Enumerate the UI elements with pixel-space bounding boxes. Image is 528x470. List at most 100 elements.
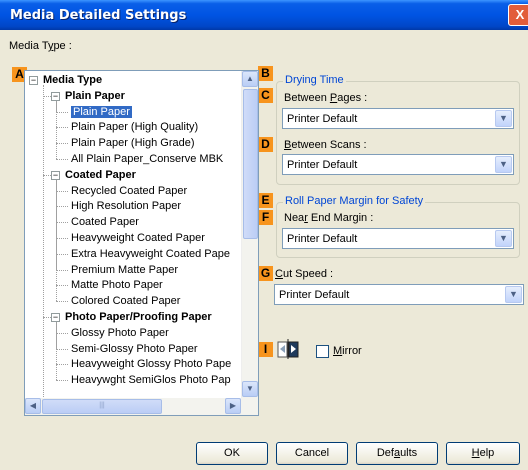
cut-speed-label: Cut Speed :	[275, 268, 334, 280]
tree-item-label: Semi-Glossy Photo Paper	[71, 342, 198, 355]
tree-connector	[56, 269, 68, 271]
tree-item[interactable]: Plain Paper	[71, 105, 132, 119]
defaults-button[interactable]: Defaults	[356, 442, 438, 465]
tree-item[interactable]: All Plain Paper_Conserve MBK	[71, 152, 223, 166]
chevron-down-icon[interactable]: ▼	[495, 110, 512, 127]
tree-connector	[56, 322, 57, 381]
vertical-scrollbar[interactable]: ▲ ▼	[241, 71, 258, 398]
tree-group[interactable]: Photo Paper/Proofing Paper	[65, 310, 212, 324]
close-button[interactable]: X	[508, 4, 528, 26]
horizontal-scrollbar[interactable]: ◀ ||| ▶	[25, 398, 258, 415]
tree-item-label: Extra Heavyweight Coated Pape	[71, 247, 230, 260]
badge-f: F	[258, 210, 273, 225]
chevron-down-icon[interactable]: ▼	[495, 156, 512, 173]
expander-icon[interactable]: −	[51, 170, 60, 180]
scroll-left-button[interactable]: ◀	[25, 398, 41, 414]
tree-item[interactable]: Plain Paper (High Grade)	[71, 136, 195, 150]
tree-connector	[56, 100, 57, 159]
tree-item-label: Premium Matte Paper	[71, 263, 178, 276]
tree-connector	[56, 380, 68, 382]
tree-item[interactable]: High Resolution Paper	[71, 199, 181, 213]
tree-item-label: Plain Paper	[71, 105, 132, 118]
tree-item[interactable]: Coated Paper	[71, 215, 139, 229]
tree-connector	[43, 85, 44, 401]
tree-root-label: Media Type	[43, 74, 103, 86]
between-pages-value: Printer Default	[287, 113, 358, 125]
badge-g: G	[258, 266, 273, 281]
tree-item-label: Glossy Photo Paper	[71, 326, 169, 339]
tree-item[interactable]: Heavyweight Coated Paper	[71, 231, 205, 245]
cancel-button[interactable]: Cancel	[276, 442, 348, 465]
tree-item[interactable]: Extra Heavyweight Coated Pape	[71, 247, 230, 261]
tree-item[interactable]: Premium Matte Paper	[71, 263, 178, 277]
chevron-down-icon[interactable]: ▼	[505, 286, 522, 303]
tree-item[interactable]: Matte Photo Paper	[71, 278, 163, 292]
tree-connector	[56, 206, 68, 208]
tree-connector	[56, 143, 68, 145]
horizontal-scroll-thumb[interactable]: |||	[42, 399, 162, 414]
tree-item[interactable]: Glossy Photo Paper	[71, 326, 169, 340]
cut-speed-select[interactable]: Printer Default ▼	[274, 284, 524, 305]
tree-item[interactable]: Heavywght SemiGlos Photo Pap	[71, 373, 231, 387]
mirror-icon	[277, 339, 299, 359]
tree-group[interactable]: Coated Paper	[65, 168, 136, 182]
near-end-margin-select[interactable]: Printer Default ▼	[282, 228, 514, 249]
expander-icon[interactable]: −	[29, 76, 38, 85]
tree-connector	[56, 159, 68, 160]
between-scans-label: Between Scans :	[284, 139, 367, 151]
media-type-label: Media Type :	[9, 40, 72, 52]
drying-time-title: Drying Time	[283, 74, 346, 86]
tree-item-label: Heavywght SemiGlos Photo Pap	[71, 374, 231, 387]
badge-d: D	[258, 137, 273, 152]
tree-root[interactable]: Media Type	[43, 73, 102, 87]
vertical-scroll-thumb[interactable]	[243, 89, 258, 239]
tree-group[interactable]: Plain Paper	[65, 89, 125, 103]
between-pages-select[interactable]: Printer Default ▼	[282, 108, 514, 129]
tree-item[interactable]: Semi-Glossy Photo Paper	[71, 342, 198, 356]
tree-item-label: Matte Photo Paper	[71, 279, 163, 292]
media-type-tree[interactable]: − Media Type − Plain Paper Plain Paper Plain …	[24, 70, 259, 416]
tree-item-label: Heavyweight Glossy Photo Pape	[71, 358, 232, 371]
tree-connector	[56, 253, 68, 255]
tree-group-label: Coated Paper	[65, 168, 136, 181]
tree-connector	[56, 179, 57, 302]
expander-icon[interactable]: −	[51, 91, 60, 101]
tree-connector	[43, 174, 51, 176]
between-scans-select[interactable]: Printer Default ▼	[282, 154, 514, 175]
expander-icon[interactable]: −	[51, 313, 60, 322]
scroll-down-button[interactable]: ▼	[242, 381, 258, 397]
title-bar: Media Detailed Settings X	[0, 0, 528, 30]
ok-button[interactable]: OK	[196, 442, 268, 465]
badge-e: E	[258, 193, 273, 208]
tree-group-label: Photo Paper/Proofing Paper	[65, 311, 212, 323]
help-button[interactable]: Help	[446, 442, 520, 465]
scroll-right-button[interactable]: ▶	[225, 398, 241, 414]
tree-item-label: Plain Paper (High Quality)	[71, 121, 199, 134]
window-title: Media Detailed Settings	[10, 8, 187, 23]
tree-item-label: Heavyweight Coated Paper	[71, 232, 205, 244]
tree-item-label: All Plain Paper_Conserve MBK	[71, 153, 224, 165]
mirror-label[interactable]: Mirror	[333, 345, 362, 357]
near-end-margin-label: Near End Margin :	[284, 212, 374, 224]
badge-i: I	[258, 342, 273, 357]
tree-connector	[56, 332, 68, 334]
between-scans-value: Printer Default	[287, 159, 358, 171]
tree-item[interactable]: Recycled Coated Paper	[71, 184, 187, 198]
tree-item[interactable]: Colored Coated Paper	[71, 294, 180, 308]
tree-item-label: Plain Paper (High Grade)	[71, 137, 195, 150]
badge-c: C	[258, 88, 273, 103]
near-end-margin-value: Printer Default	[287, 233, 358, 245]
scroll-up-button[interactable]: ▲	[242, 71, 258, 87]
tree-item[interactable]: Heavyweight Glossy Photo Pape	[71, 357, 231, 371]
tree-connector	[56, 190, 68, 192]
tree-connector	[56, 285, 68, 287]
mirror-checkbox[interactable]	[316, 345, 329, 358]
between-pages-label: Between Pages :	[284, 92, 368, 104]
tree-item-label: Recycled Coated Paper	[71, 184, 188, 197]
tree-connector	[56, 348, 68, 350]
chevron-down-icon[interactable]: ▼	[495, 230, 512, 247]
tree-connector	[56, 111, 68, 113]
tree-connector	[43, 95, 51, 97]
tree-item-label: Coated Paper	[71, 216, 139, 229]
tree-item[interactable]: Plain Paper (High Quality)	[71, 120, 198, 134]
